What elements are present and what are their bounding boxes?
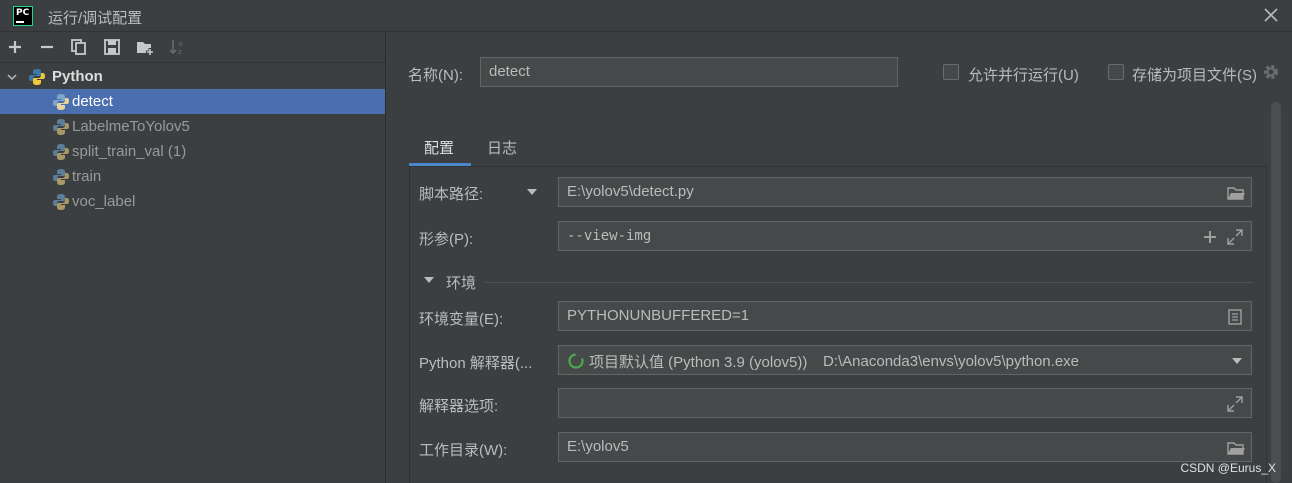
tree-root-label: Python <box>52 68 103 85</box>
name-label: 名称(N): <box>408 67 463 84</box>
svg-text:a: a <box>178 40 182 48</box>
tree-item-train[interactable]: train <box>0 164 385 189</box>
gear-icon[interactable] <box>1262 63 1280 81</box>
tree-item-label: train <box>72 168 102 185</box>
plus-icon[interactable] <box>1201 228 1219 246</box>
folder-icon[interactable] <box>1227 184 1245 202</box>
python-run-config-icon <box>53 94 69 110</box>
tree-item-detect[interactable]: detect <box>0 89 385 114</box>
watermark: CSDN @Eurus_X <box>1180 461 1276 475</box>
env-vars-input[interactable]: PYTHONUNBUFFERED=1 <box>558 301 1252 331</box>
pycharm-logo-icon: PC <box>13 6 33 26</box>
remove-icon[interactable] <box>37 37 57 57</box>
copy-icon[interactable] <box>69 37 89 57</box>
interpreter-options-input[interactable] <box>558 388 1252 418</box>
python-run-config-icon <box>53 194 69 210</box>
add-icon[interactable] <box>5 37 25 57</box>
allow-parallel-label: 允许并行运行(U) <box>968 67 1079 84</box>
parameters-input[interactable]: --view-img <box>558 221 1252 251</box>
expand-icon[interactable] <box>1226 395 1244 413</box>
configuration-editor-panel: 名称(N): detect 允许并行运行(U) 存储为项目文件(S) 配置 日志… <box>387 32 1292 483</box>
tree-item-label: LabelmeToYolov5 <box>72 118 190 135</box>
env-vars-label: 环境变量(E): <box>419 311 504 328</box>
new-folder-icon[interactable] <box>135 37 155 57</box>
edit-list-icon[interactable] <box>1226 308 1244 326</box>
environment-section-title: 环境 <box>446 275 477 292</box>
close-icon[interactable] <box>1262 6 1280 24</box>
sort-icon[interactable]: a z <box>167 37 187 57</box>
tab-logs[interactable]: 日志 <box>487 137 517 158</box>
tree-item-label: split_train_val (1) <box>72 143 187 160</box>
script-path-input[interactable]: E:\yolov5\detect.py <box>558 177 1252 207</box>
interpreter-label: Python 解释器(... <box>419 355 533 372</box>
svg-text:z: z <box>178 48 182 56</box>
tree-item-split-train-val[interactable]: split_train_val (1) <box>0 139 385 164</box>
section-collapse-icon[interactable] <box>423 275 435 285</box>
configuration-tree-panel: a z Python detect LabelmeToYolov5 split_… <box>0 32 386 483</box>
script-path-label: 脚本路径: <box>419 186 484 203</box>
store-as-file-label: 存储为项目文件(S) <box>1132 67 1257 84</box>
tree-item-label: detect <box>72 93 113 110</box>
parameters-label: 形参(P): <box>419 231 474 248</box>
working-dir-input[interactable]: E:\yolov5 <box>558 432 1252 462</box>
title-bar: PC 运行/调试配置 <box>0 0 1292 32</box>
python-run-config-icon <box>53 119 69 135</box>
dropdown-arrow-icon[interactable] <box>526 187 538 197</box>
store-as-file-checkbox[interactable] <box>1108 64 1124 80</box>
tab-configuration[interactable]: 配置 <box>424 137 454 158</box>
interpreter-path: D:\Anaconda3\envs\yolov5\python.exe <box>823 353 1080 370</box>
tree-item-labelmetoyolov5[interactable]: LabelmeToYolov5 <box>0 114 385 139</box>
loading-spinner-icon <box>568 353 584 369</box>
save-icon[interactable] <box>102 37 122 57</box>
allow-parallel-checkbox[interactable] <box>943 64 959 80</box>
chevron-down-icon[interactable] <box>6 71 18 83</box>
tree-root-python[interactable]: Python <box>0 64 385 89</box>
folder-icon[interactable] <box>1227 439 1245 457</box>
vertical-scrollbar[interactable] <box>1271 102 1281 483</box>
interpreter-value: 项目默认值 (Python 3.9 (yolov5)) <box>589 354 808 371</box>
interpreter-select[interactable]: 项目默认值 (Python 3.9 (yolov5)) D:\Anaconda3… <box>558 345 1252 375</box>
expand-icon[interactable] <box>1226 228 1244 246</box>
interpreter-options-label: 解释器选项: <box>419 398 499 415</box>
dropdown-arrow-icon[interactable] <box>1231 356 1243 366</box>
python-run-config-icon <box>53 169 69 185</box>
name-input[interactable]: detect <box>480 57 898 87</box>
tree-item-label: voc_label <box>72 193 136 210</box>
tree-item-voc-label[interactable]: voc_label <box>0 189 385 214</box>
window-title: 运行/调试配置 <box>48 10 143 27</box>
working-dir-label: 工作目录(W): <box>419 442 508 459</box>
tree-toolbar: a z <box>0 32 385 63</box>
python-run-config-icon <box>53 144 69 160</box>
section-divider <box>484 282 1253 283</box>
python-icon <box>29 69 45 85</box>
